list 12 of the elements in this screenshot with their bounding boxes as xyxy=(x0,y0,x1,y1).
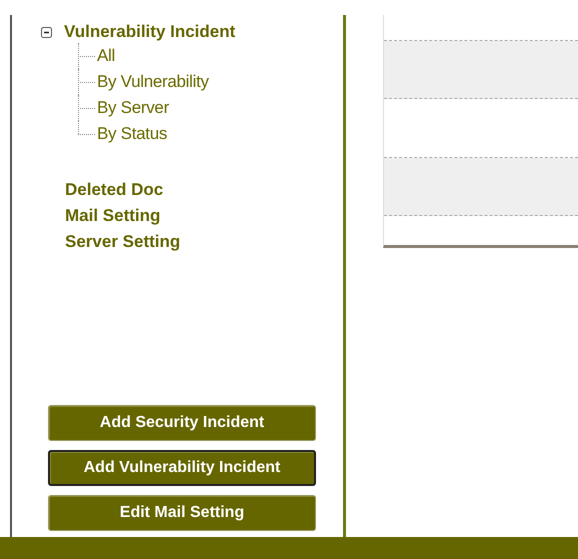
action-button[interactable]: Add Vulnerability Incident xyxy=(48,450,316,486)
nav-link[interactable]: Server Setting xyxy=(65,229,343,255)
tree-item[interactable]: By Server xyxy=(97,98,169,118)
nav-link[interactable]: Mail Setting xyxy=(65,203,343,229)
collapse-icon[interactable] xyxy=(41,26,52,38)
action-button[interactable]: Add Security Incident xyxy=(48,405,316,441)
tree-item[interactable]: By Vulnerability xyxy=(97,72,209,92)
action-button[interactable]: Edit Mail Setting xyxy=(48,495,316,531)
tree-item[interactable]: All xyxy=(97,46,115,66)
nav-link[interactable]: Deleted Doc xyxy=(65,177,343,203)
tree-item[interactable]: Vulnerability Incident xyxy=(64,22,236,42)
tree-item[interactable]: By Status xyxy=(97,124,168,144)
